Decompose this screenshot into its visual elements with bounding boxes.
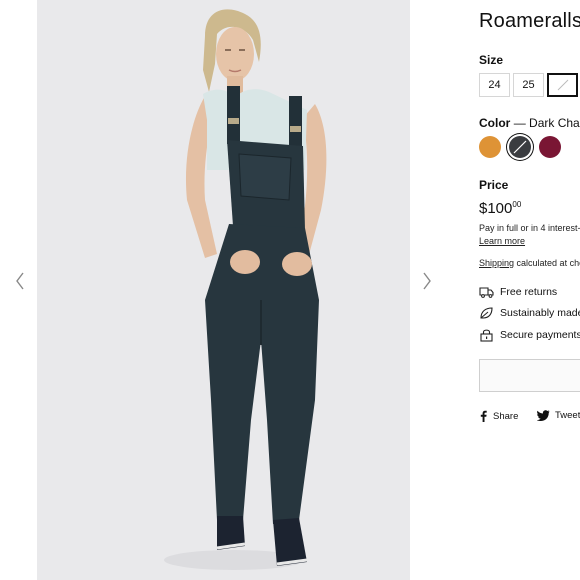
truck-icon [479, 287, 494, 298]
size-option-24[interactable]: 24 [479, 73, 510, 97]
learn-more-link[interactable]: Learn more [479, 236, 525, 246]
product-gallery [0, 0, 460, 580]
size-label: Size [479, 53, 504, 67]
price-value: $10000 [479, 200, 521, 217]
color-selected-name: — Dark Charcoal [513, 116, 580, 130]
color-label: Color [479, 116, 511, 130]
swatch-maroon[interactable] [539, 136, 561, 158]
size-option-selected[interactable] [547, 73, 578, 97]
add-to-cart-button[interactable] [479, 359, 580, 392]
chevron-left-icon [16, 272, 24, 290]
leaf-icon [480, 307, 493, 319]
tweet-label: Tweet [555, 410, 580, 421]
feature-label: Free returns [500, 286, 558, 298]
chevron-right-icon [423, 272, 431, 290]
shipping-note: Shipping calculated at checkout [479, 258, 580, 268]
strikethrough-icon [557, 79, 568, 91]
price-cents: 00 [512, 200, 522, 209]
facebook-icon [480, 410, 487, 422]
feature-free-returns: Free returns [479, 284, 557, 300]
size-option-label: 25 [522, 79, 535, 91]
size-option-label: 24 [488, 79, 501, 91]
product-info-panel: Roameralls - Size 24 25 Color — Dark Cha… [479, 0, 580, 580]
shipping-link[interactable]: Shipping [479, 258, 514, 268]
shipping-text: calculated at checkout [516, 258, 580, 268]
tweet-button[interactable]: Tweet [537, 410, 580, 421]
twitter-icon [537, 410, 550, 421]
gallery-prev-button[interactable] [13, 270, 27, 292]
lock-icon [480, 329, 493, 342]
feature-label: Sustainably made [500, 307, 580, 319]
share-label: Share [493, 410, 519, 422]
product-title: Roameralls - [479, 10, 580, 32]
swatch-dark-charcoal[interactable] [509, 136, 531, 158]
product-photo [37, 0, 410, 580]
feature-label: Secure payments [500, 329, 580, 341]
feature-secure-payments: Secure payments [479, 327, 580, 343]
installments-text: Pay in full or in 4 interest-free [479, 223, 580, 233]
strikethrough-icon [513, 140, 527, 154]
model-figure [37, 0, 410, 580]
feature-sustainably-made: Sustainably made [479, 305, 580, 321]
swatch-orange[interactable] [479, 136, 501, 158]
share-button[interactable]: Share [479, 410, 518, 422]
price-amount: $100 [479, 200, 513, 217]
gallery-next-button[interactable] [420, 270, 434, 292]
color-label-row: Color — Dark Charcoal [479, 116, 580, 130]
size-option-25[interactable]: 25 [513, 73, 544, 97]
price-label: Price [479, 178, 509, 192]
